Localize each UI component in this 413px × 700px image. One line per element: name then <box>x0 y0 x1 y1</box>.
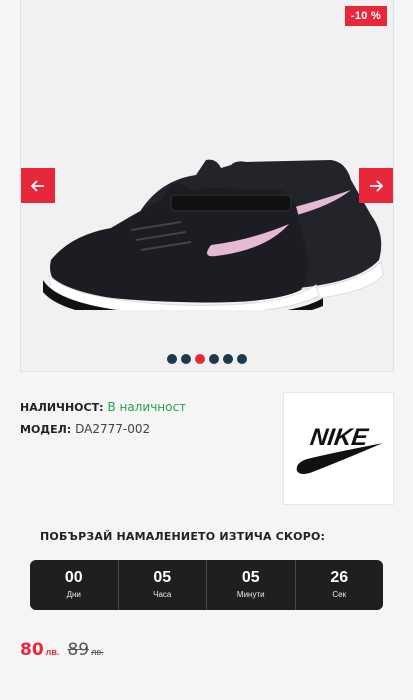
brand-logo[interactable]: NIKE <box>283 392 394 505</box>
countdown-value: 26 <box>330 569 349 586</box>
gallery-dot[interactable] <box>167 354 177 364</box>
nike-logo: NIKE <box>296 424 383 474</box>
availability-label: НАЛИЧНОСТ: <box>20 400 104 414</box>
gallery-dot[interactable] <box>237 354 247 364</box>
discount-badge: -10 % <box>345 6 387 26</box>
product-gallery: -10 % <box>20 0 394 372</box>
availability-row: НАЛИЧНОСТ: В наличност <box>20 396 186 418</box>
countdown-days: 00 Дни <box>30 560 119 610</box>
sale-ending-notice: ПОБЪРЗАЙ НАМАЛЕНИЕТО ИЗТИЧА СКОРО: <box>40 530 326 543</box>
countdown-hours: 05 Часа <box>119 560 207 610</box>
next-image-button[interactable] <box>359 168 393 203</box>
gallery-dots <box>21 354 393 364</box>
sale-price: 80 <box>20 640 44 660</box>
price-block: 80 лв. 89 лв. <box>20 640 104 660</box>
sale-price-currency: лв. <box>45 647 60 657</box>
countdown-label: Часа <box>153 590 172 599</box>
arrow-right-icon <box>370 179 383 192</box>
original-price-currency: лв. <box>91 647 104 657</box>
arrow-left-icon <box>31 179 44 192</box>
original-price: 89 <box>67 640 90 660</box>
model-label: МОДЕЛ: <box>20 422 72 436</box>
gallery-dot[interactable] <box>181 354 191 364</box>
gallery-dot[interactable] <box>195 354 205 364</box>
gallery-dot[interactable] <box>209 354 219 364</box>
prev-image-button[interactable] <box>21 168 55 203</box>
model-row: МОДЕЛ: DA2777-002 <box>20 418 186 440</box>
countdown-label: Сек <box>332 590 347 599</box>
countdown-minutes: 05 Минути <box>207 560 296 610</box>
svg-text:NIKE: NIKE <box>308 424 370 451</box>
availability-value: В наличност <box>107 400 187 414</box>
countdown-value: 05 <box>241 569 260 586</box>
countdown-value: 00 <box>64 569 83 586</box>
countdown-seconds: 26 Сек <box>296 560 384 610</box>
countdown-label: Минути <box>236 590 265 599</box>
model-value: DA2777-002 <box>75 422 151 436</box>
countdown-timer: 00 Дни 05 Часа 05 Минути 26 Сек <box>30 560 383 610</box>
product-image <box>43 159 384 310</box>
gallery-dot[interactable] <box>223 354 233 364</box>
countdown-value: 05 <box>153 569 172 586</box>
countdown-label: Дни <box>66 590 81 599</box>
product-info: НАЛИЧНОСТ: В наличност МОДЕЛ: DA2777-002 <box>20 396 186 440</box>
